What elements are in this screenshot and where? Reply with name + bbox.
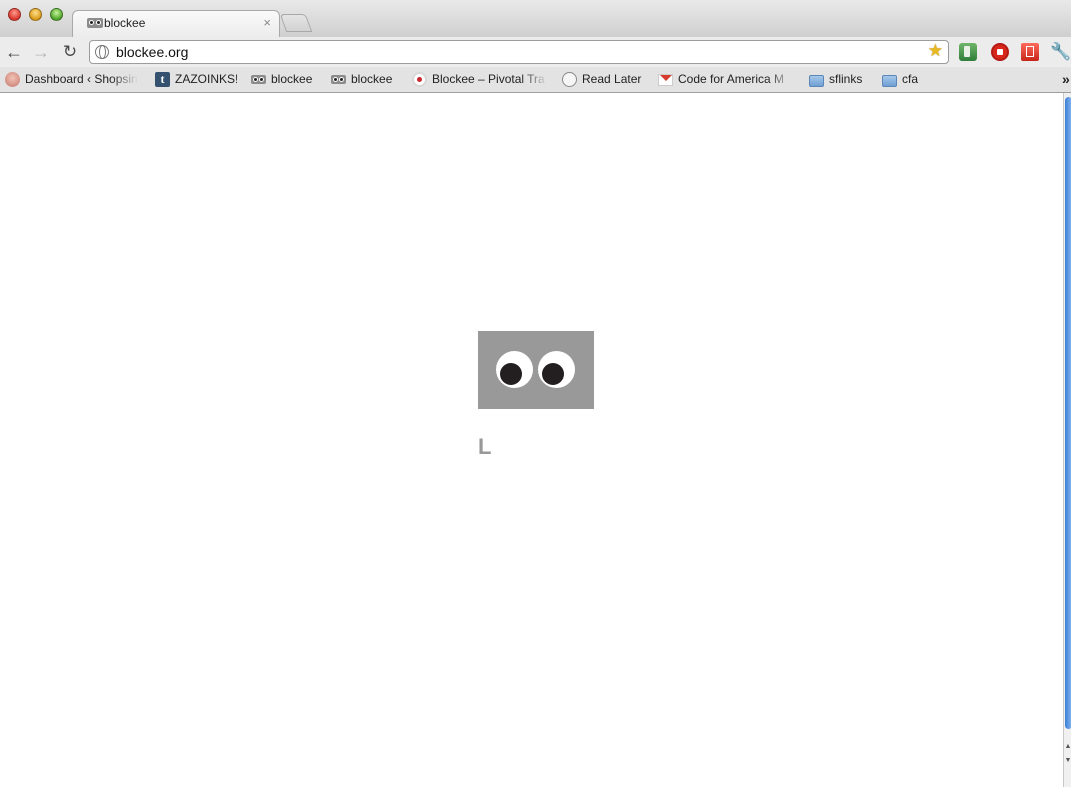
back-arrow-icon[interactable]: ← <box>4 42 24 62</box>
bookmark-label: Dashboard ‹ Shopsin <box>25 72 138 86</box>
bookmark-label: sflinks <box>829 72 863 86</box>
bookmark-folder-sflinks[interactable]: sflinks <box>809 72 871 88</box>
zoom-window-button[interactable] <box>50 8 63 21</box>
bookmark-label: ZAZOINKS! <box>175 72 237 86</box>
evernote-extension-icon[interactable] <box>959 43 977 61</box>
folder-icon <box>809 75 824 87</box>
tab-title: blockee <box>104 16 146 30</box>
bookmark-label: cfa <box>902 72 919 86</box>
bookmark-zazoinks[interactable]: t ZAZOINKS! <box>155 72 237 88</box>
blockee-eyes-icon <box>331 75 346 84</box>
avatar-icon <box>5 72 20 87</box>
minimize-window-button[interactable] <box>29 8 42 21</box>
left-eye <box>496 351 533 388</box>
bookmark-blockee-pivotal[interactable]: Blockee – Pivotal Tra <box>412 72 548 88</box>
bookmarks-bar: Dashboard ‹ Shopsin t ZAZOINKS! blockee … <box>0 67 1071 93</box>
tab-blockee[interactable]: blockee × <box>72 10 280 37</box>
reload-icon[interactable]: ↻ <box>60 42 80 62</box>
close-window-button[interactable] <box>8 8 21 21</box>
gmail-icon <box>658 74 673 86</box>
browser-toolbar: ← → ↻ blockee.org ★ 🔧 <box>0 37 1071 67</box>
bookmark-label: blockee <box>351 72 393 86</box>
bookmark-label: blockee <box>271 72 313 86</box>
left-pupil <box>500 363 522 385</box>
scrollbar-thumb[interactable] <box>1065 97 1071 729</box>
bookmark-blockee-2[interactable]: blockee <box>331 72 397 88</box>
forward-arrow-icon[interactable]: → <box>31 42 51 62</box>
bookmarks-overflow-chevron-icon[interactable]: » <box>1062 71 1070 87</box>
wrench-icon[interactable]: 🔧 <box>1050 43 1071 61</box>
scroll-up-arrow-icon[interactable]: ▲ <box>1064 743 1071 755</box>
right-pupil <box>542 363 564 385</box>
adblock-extension-icon[interactable] <box>991 43 1009 61</box>
new-tab-button[interactable] <box>279 14 313 32</box>
globe-icon <box>95 45 109 59</box>
scroll-down-arrow-icon[interactable]: ▼ <box>1064 757 1071 769</box>
window-titlebar: blockee × <box>0 0 1071 37</box>
pdf-extension-icon[interactable] <box>1021 43 1039 61</box>
globe-icon <box>562 72 577 87</box>
blockee-eyes-icon <box>251 75 266 84</box>
bookmark-dashboard[interactable]: Dashboard ‹ Shopsin <box>5 72 138 88</box>
right-eye <box>538 351 575 388</box>
blockee-eyes-icon <box>87 18 103 28</box>
bookmark-star-icon[interactable]: ★ <box>928 41 943 61</box>
address-bar[interactable]: blockee.org ★ <box>89 40 949 64</box>
bookmark-blockee-1[interactable]: blockee <box>251 72 317 88</box>
googly-eyes-logo <box>478 331 594 409</box>
close-tab-icon[interactable]: × <box>263 15 271 30</box>
bookmark-label: Code for America M <box>678 72 785 86</box>
pivotal-icon <box>412 72 427 87</box>
address-url[interactable]: blockee.org <box>116 44 188 60</box>
page-content: L <box>0 93 1063 787</box>
tumblr-icon: t <box>155 72 170 87</box>
bookmark-folder-cfa[interactable]: cfa <box>882 72 924 88</box>
vertical-scrollbar[interactable]: ▲ ▼ <box>1063 93 1071 787</box>
bookmark-label: Blockee – Pivotal Tra <box>432 72 545 86</box>
folder-icon <box>882 75 897 87</box>
bookmark-code-for-america[interactable]: Code for America M <box>658 72 794 88</box>
typed-text: L <box>478 434 492 459</box>
bookmark-label: Read Later <box>582 72 642 86</box>
bookmark-read-later[interactable]: Read Later <box>562 72 644 88</box>
